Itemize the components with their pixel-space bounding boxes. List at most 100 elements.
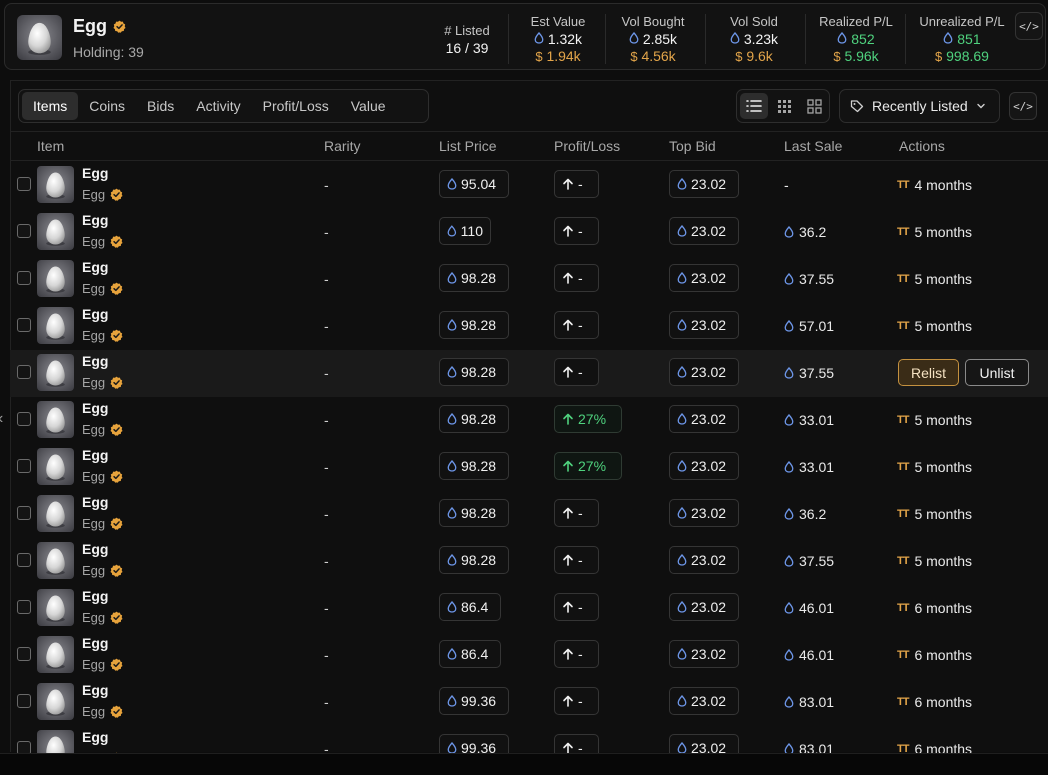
top-bid-pill[interactable]: 23.02 [669, 546, 739, 574]
top-bid-pill[interactable]: 23.02 [669, 217, 739, 245]
list-price-pill[interactable]: 86.4 [439, 593, 501, 621]
small-grid-view-icon[interactable] [770, 93, 798, 119]
row-checkbox[interactable] [17, 271, 31, 285]
row-checkbox[interactable] [17, 318, 31, 332]
list-price-pill[interactable]: 98.28 [439, 405, 509, 433]
item-name[interactable]: Egg [82, 353, 108, 369]
table-row[interactable]: Egg Egg - 98.28 27% 23.02 33.01 TT 5 months [10, 397, 1048, 444]
item-thumbnail[interactable] [37, 307, 74, 344]
table-row[interactable]: Egg Egg - 110 - 23.02 36.2 TT 5 months [10, 209, 1048, 256]
item-name[interactable]: Egg [82, 306, 108, 322]
list-price-pill[interactable]: 86.4 [439, 640, 501, 668]
item-name[interactable]: Egg [82, 212, 108, 228]
column-list-price[interactable]: List Price [439, 138, 497, 154]
table-row[interactable]: Egg Egg - 86.4 - 23.02 46.01 TT 6 months [10, 585, 1048, 632]
table-row[interactable]: Egg Egg - 95.04 - 23.02 - TT 4 months [10, 162, 1048, 209]
item-thumbnail[interactable] [37, 166, 74, 203]
top-bid-pill[interactable]: 23.02 [669, 593, 739, 621]
tab-items[interactable]: Items [22, 92, 79, 120]
item-thumbnail[interactable] [37, 354, 74, 391]
list-price-pill[interactable]: 98.28 [439, 452, 509, 480]
row-checkbox[interactable] [17, 553, 31, 567]
list-price-pill[interactable]: 98.28 [439, 311, 509, 339]
tab-bids[interactable]: Bids [136, 92, 185, 120]
tab-value[interactable]: Value [340, 92, 397, 120]
item-thumbnail[interactable] [37, 542, 74, 579]
top-bid-pill[interactable]: 23.02 [669, 499, 739, 527]
row-checkbox[interactable] [17, 412, 31, 426]
table-row[interactable]: Egg Egg - 98.28 - 23.02 37.55 TT 5 months [10, 256, 1048, 303]
table-row[interactable]: Egg Egg - 86.4 - 23.02 46.01 TT 6 months [10, 632, 1048, 679]
top-bid-pill[interactable]: 23.02 [669, 311, 739, 339]
row-checkbox[interactable] [17, 694, 31, 708]
item-name[interactable]: Egg [82, 682, 108, 698]
top-bid-pill[interactable]: 23.02 [669, 170, 739, 198]
list-price-pill[interactable]: 99.36 [439, 687, 509, 715]
row-checkbox[interactable] [17, 506, 31, 520]
item-thumbnail[interactable] [37, 589, 74, 626]
tab-coins[interactable]: Coins [78, 92, 136, 120]
list-price-pill[interactable]: 98.28 [439, 546, 509, 574]
item-thumbnail[interactable] [37, 636, 74, 673]
tab-profit-loss[interactable]: Profit/Loss [252, 92, 340, 120]
column-last-sale[interactable]: Last Sale [784, 138, 842, 154]
row-checkbox[interactable] [17, 224, 31, 238]
list-price-pill[interactable]: 110 [439, 217, 491, 245]
row-checkbox[interactable] [17, 600, 31, 614]
item-name[interactable]: Egg [82, 165, 108, 181]
table-row[interactable]: Egg Egg - 99.36 - 23.02 83.01 TT6 months [10, 679, 1048, 726]
item-name[interactable]: Egg [82, 588, 108, 604]
item-name[interactable]: Egg [82, 541, 108, 557]
embed-code-icon[interactable]: </> [1015, 12, 1043, 40]
holding-count: Holding: 39 [73, 44, 144, 60]
column-profit-loss[interactable]: Profit/Loss [554, 138, 620, 154]
column-item[interactable]: Item [37, 138, 64, 154]
item-name[interactable]: Egg [82, 494, 108, 510]
item-name[interactable]: Egg [82, 447, 108, 463]
table-row[interactable]: Egg Egg - 98.28 - 23.02 37.55 Relist Unlist [10, 350, 1048, 397]
list-price-pill[interactable]: 98.28 [439, 499, 509, 527]
row-checkbox[interactable] [17, 177, 31, 191]
large-grid-view-icon[interactable] [800, 93, 828, 119]
collection-header: Egg Holding: 39 # Listed 16 / 39 Est Val… [4, 3, 1046, 70]
top-bid-pill[interactable]: 23.02 [669, 687, 739, 715]
top-bid-pill[interactable]: 23.02 [669, 452, 739, 480]
column-rarity[interactable]: Rarity [324, 138, 361, 154]
item-name[interactable]: Egg [82, 635, 108, 651]
table-row[interactable]: Egg Egg - 98.28 - 23.02 36.2 TT 5 months [10, 491, 1048, 538]
top-bid-pill[interactable]: 23.02 [669, 264, 739, 292]
unlist-button[interactable]: Unlist [965, 359, 1029, 386]
item-thumbnail[interactable] [37, 260, 74, 297]
collapse-sidebar-icon[interactable]: ‹ [0, 410, 3, 428]
row-checkbox[interactable] [17, 365, 31, 379]
top-bid-pill[interactable]: 23.02 [669, 358, 739, 386]
table-row[interactable]: Egg Egg - 98.28 - 23.02 37.55 TT 5 months [10, 538, 1048, 585]
item-thumbnail[interactable] [37, 495, 74, 532]
relist-button[interactable]: Relist [898, 359, 959, 386]
sort-dropdown[interactable]: Recently Listed [839, 89, 1000, 123]
item-name[interactable]: Egg [82, 400, 108, 416]
droplet-icon [677, 554, 687, 566]
list-view-icon[interactable] [740, 93, 768, 119]
top-bid-pill[interactable]: 23.02 [669, 640, 739, 668]
droplet-icon [447, 507, 457, 519]
item-thumbnail[interactable] [37, 401, 74, 438]
tab-bar: Items Coins Bids Activity Profit/Loss Va… [18, 89, 429, 123]
list-price-pill[interactable]: 98.28 [439, 358, 509, 386]
table-row[interactable]: Egg Egg - 98.28 27% 23.02 33.01 TT 5 months [10, 444, 1048, 491]
item-thumbnail[interactable] [37, 683, 74, 720]
item-name[interactable]: Egg [82, 259, 108, 275]
item-name[interactable]: Egg [82, 729, 108, 745]
listed-time: TT 5 months [897, 318, 973, 334]
top-bid-pill[interactable]: 23.02 [669, 405, 739, 433]
tab-activity[interactable]: Activity [185, 92, 251, 120]
column-top-bid[interactable]: Top Bid [669, 138, 716, 154]
item-thumbnail[interactable] [37, 213, 74, 250]
row-checkbox[interactable] [17, 459, 31, 473]
embed-code-icon[interactable]: </> [1009, 92, 1037, 120]
list-price-pill[interactable]: 98.28 [439, 264, 509, 292]
list-price-pill[interactable]: 95.04 [439, 170, 509, 198]
row-checkbox[interactable] [17, 647, 31, 661]
item-thumbnail[interactable] [37, 448, 74, 485]
table-row[interactable]: Egg Egg - 98.28 - 23.02 57.01 TT 5 months [10, 303, 1048, 350]
